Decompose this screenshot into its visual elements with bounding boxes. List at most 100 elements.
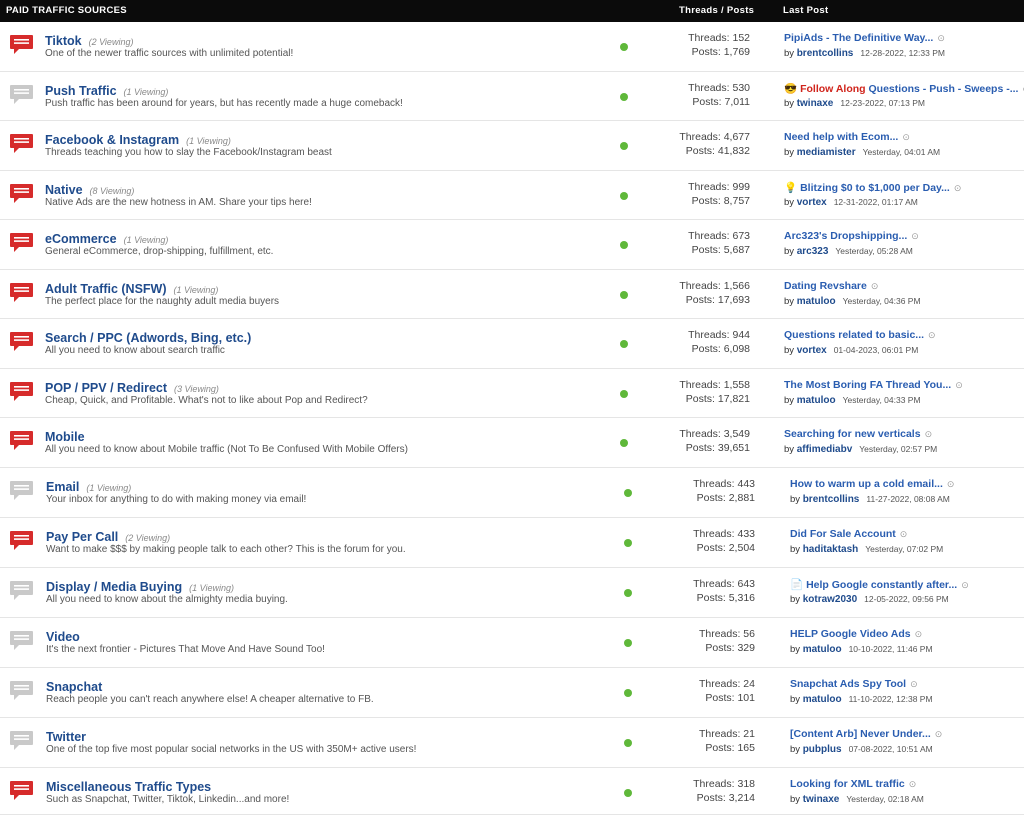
- last-post-author[interactable]: pubplus: [803, 744, 842, 755]
- forum-title-link[interactable]: POP / PPV / Redirect: [45, 381, 167, 395]
- last-post-author[interactable]: matuloo: [803, 644, 842, 655]
- new-posts-forum-icon[interactable]: [9, 780, 34, 802]
- go-to-last-post-icon[interactable]: ⊙: [935, 729, 943, 739]
- forum-title-link[interactable]: Push Traffic: [45, 84, 117, 98]
- go-to-last-post-icon[interactable]: ⊙: [910, 679, 918, 689]
- go-to-last-post-icon[interactable]: ⊙: [915, 629, 923, 639]
- forum-row[interactable]: Facebook & Instagram (1 Viewing) Threads t…: [0, 121, 1024, 171]
- last-post-title-text[interactable]: Dating Revshare: [784, 280, 867, 292]
- go-to-last-post-icon[interactable]: ⊙: [871, 281, 879, 291]
- last-post-title-text[interactable]: Blitzing $0 to $1,000 per Day...: [800, 182, 950, 194]
- last-post-title[interactable]: Snapchat Ads Spy Tool ⊙: [790, 678, 918, 690]
- new-posts-forum-icon[interactable]: [9, 381, 34, 403]
- last-post-title-text[interactable]: The Most Boring FA Thread You...: [784, 379, 951, 391]
- last-post-title-text[interactable]: [Content Arb] Never Under...: [790, 728, 931, 740]
- go-to-last-post-icon[interactable]: ⊙: [961, 580, 969, 590]
- last-post-title[interactable]: The Most Boring FA Thread You... ⊙: [784, 379, 963, 391]
- last-post-title[interactable]: Looking for XML traffic ⊙: [790, 778, 916, 790]
- last-post-title-text[interactable]: Arc323's Dropshipping...: [784, 230, 907, 242]
- forum-title-link[interactable]: eCommerce: [45, 232, 117, 246]
- new-posts-forum-icon[interactable]: [9, 331, 34, 353]
- last-post-title-text[interactable]: HELP Google Video Ads: [790, 628, 911, 640]
- forum-title-link[interactable]: Mobile: [45, 430, 85, 444]
- last-post-title[interactable]: Did For Sale Account ⊙: [790, 528, 907, 540]
- last-post-author[interactable]: haditaktash: [803, 544, 859, 555]
- forum-row[interactable]: Snapchat Reach people you can't reach any…: [0, 668, 1024, 718]
- go-to-last-post-icon[interactable]: ⊙: [902, 132, 910, 142]
- last-post-author[interactable]: kotraw2030: [803, 594, 857, 605]
- forum-row[interactable]: Pay Per Call (2 Viewing) Want to make $$$ …: [0, 518, 1024, 568]
- go-to-last-post-icon[interactable]: ⊙: [911, 231, 919, 241]
- last-post-title-text[interactable]: Questions related to basic...: [784, 329, 924, 341]
- forum-row[interactable]: Search / PPC (Adwords, Bing, etc.) All yo…: [0, 319, 1024, 369]
- last-post-title-text[interactable]: Snapchat Ads Spy Tool: [790, 678, 906, 690]
- last-post-author[interactable]: brentcollins: [797, 48, 854, 59]
- forum-title-link[interactable]: Tiktok: [45, 34, 82, 48]
- new-posts-forum-icon[interactable]: [9, 133, 34, 155]
- last-post-title-text[interactable]: Questions - Push - Sweeps -...: [869, 83, 1019, 95]
- forum-row[interactable]: Miscellaneous Traffic Types Such as Snapc…: [0, 768, 1024, 815]
- last-post-author[interactable]: matuloo: [797, 395, 836, 406]
- last-post-author[interactable]: arc323: [797, 246, 829, 257]
- forum-row[interactable]: eCommerce (1 Viewing) General eCommerce, d…: [0, 220, 1024, 270]
- no-new-posts-forum-icon[interactable]: [9, 680, 34, 702]
- last-post-title[interactable]: Searching for new verticals ⊙: [784, 428, 932, 440]
- last-post-author[interactable]: mediamister: [797, 147, 856, 158]
- forum-title-link[interactable]: Video: [46, 630, 80, 644]
- new-posts-forum-icon[interactable]: [9, 430, 34, 452]
- forum-row[interactable]: POP / PPV / Redirect (3 Viewing) Cheap, Qu…: [0, 369, 1024, 418]
- last-post-author[interactable]: matuloo: [797, 296, 836, 307]
- last-post-title-text[interactable]: Help Google constantly after...: [806, 579, 957, 591]
- new-posts-forum-icon[interactable]: [9, 34, 34, 56]
- last-post-title[interactable]: Questions related to basic... ⊙: [784, 329, 936, 341]
- forum-row[interactable]: Mobile All you need to know about Mobile …: [0, 418, 1024, 468]
- last-post-title[interactable]: 💡 Blitzing $0 to $1,000 per Day... ⊙: [784, 181, 961, 194]
- forum-row[interactable]: Adult Traffic (NSFW) (1 Viewing) The perfe…: [0, 270, 1024, 319]
- forum-title-link[interactable]: Native: [45, 183, 83, 197]
- forum-row[interactable]: Push Traffic (1 Viewing) Push traffic has …: [0, 72, 1024, 121]
- last-post-title[interactable]: How to warm up a cold email... ⊙: [790, 478, 954, 490]
- go-to-last-post-icon[interactable]: ⊙: [900, 529, 908, 539]
- forum-row[interactable]: Display / Media Buying (1 Viewing) All you…: [0, 568, 1024, 618]
- go-to-last-post-icon[interactable]: ⊙: [954, 183, 962, 193]
- last-post-author[interactable]: affimediabv: [797, 444, 853, 455]
- forum-title-link[interactable]: Facebook & Instagram: [45, 133, 179, 147]
- last-post-title[interactable]: Dating Revshare ⊙: [784, 280, 878, 292]
- last-post-author[interactable]: twinaxe: [797, 98, 834, 109]
- last-post-author[interactable]: vortex: [797, 197, 827, 208]
- last-post-author[interactable]: brentcollins: [803, 494, 860, 505]
- last-post-author[interactable]: vortex: [797, 345, 827, 356]
- new-posts-forum-icon[interactable]: [9, 183, 34, 205]
- last-post-title-text[interactable]: Need help with Ecom...: [784, 131, 898, 143]
- forum-title-link[interactable]: Snapchat: [46, 680, 102, 694]
- last-post-author[interactable]: twinaxe: [803, 794, 840, 805]
- forum-title-link[interactable]: Twitter: [46, 730, 86, 744]
- go-to-last-post-icon[interactable]: ⊙: [937, 33, 945, 43]
- last-post-title[interactable]: 📄 Help Google constantly after... ⊙: [790, 578, 969, 591]
- forum-row[interactable]: Video It's the next frontier - Pictures T…: [0, 618, 1024, 668]
- last-post-title[interactable]: PipiAds - The Definitive Way... ⊙: [784, 32, 945, 44]
- forum-row[interactable]: Twitter One of the top five most popular …: [0, 718, 1024, 768]
- last-post-title[interactable]: Need help with Ecom... ⊙: [784, 131, 910, 143]
- go-to-last-post-icon[interactable]: ⊙: [947, 479, 955, 489]
- no-new-posts-forum-icon[interactable]: [9, 480, 34, 502]
- last-post-title[interactable]: [Content Arb] Never Under... ⊙: [790, 728, 942, 740]
- last-post-title[interactable]: Arc323's Dropshipping... ⊙: [784, 230, 919, 242]
- new-posts-forum-icon[interactable]: [9, 232, 34, 254]
- no-new-posts-forum-icon[interactable]: [9, 84, 34, 106]
- forum-title-link[interactable]: Miscellaneous Traffic Types: [46, 780, 211, 794]
- last-post-title-text[interactable]: PipiAds - The Definitive Way...: [784, 32, 933, 44]
- last-post-author[interactable]: matuloo: [803, 694, 842, 705]
- no-new-posts-forum-icon[interactable]: [9, 630, 34, 652]
- last-post-title[interactable]: 😎 Follow Along Questions - Push - Sweeps …: [784, 82, 1024, 95]
- no-new-posts-forum-icon[interactable]: [9, 580, 34, 602]
- forum-title-link[interactable]: Display / Media Buying: [46, 580, 182, 594]
- new-posts-forum-icon[interactable]: [9, 282, 34, 304]
- go-to-last-post-icon[interactable]: ⊙: [928, 330, 936, 340]
- category-title[interactable]: PAID TRAFFIC SOURCES: [6, 5, 127, 16]
- last-post-title-text[interactable]: Searching for new verticals: [784, 428, 921, 440]
- forum-row[interactable]: Tiktok (2 Viewing) One of the newer traffi…: [0, 22, 1024, 72]
- no-new-posts-forum-icon[interactable]: [9, 730, 34, 752]
- forum-title-link[interactable]: Adult Traffic (NSFW): [45, 282, 167, 296]
- last-post-title-text[interactable]: Looking for XML traffic: [790, 778, 905, 790]
